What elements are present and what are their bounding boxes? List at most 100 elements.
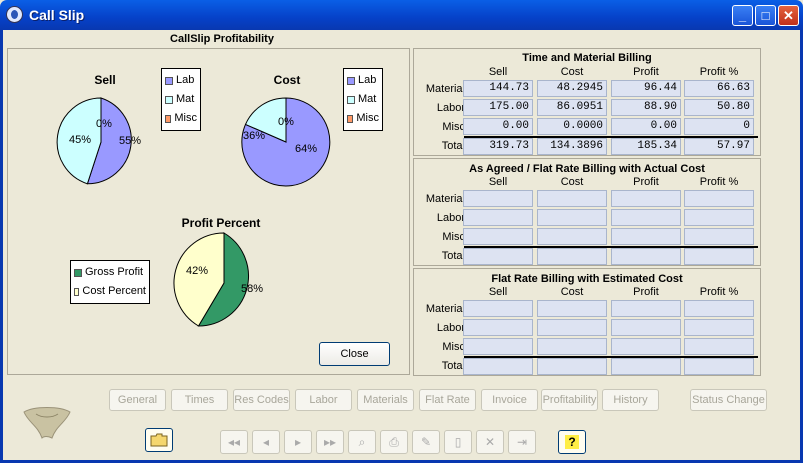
sell-mat-value: 45% [69, 134, 91, 146]
mat-swatch [347, 95, 355, 104]
tm-total-profit: 185.34 [611, 138, 681, 155]
close-window-button[interactable]: ✕ [778, 5, 799, 26]
row-material: Material [425, 303, 465, 315]
agreed-misc-profit [611, 228, 681, 245]
agreed-total-sell [463, 248, 533, 265]
app-logo-icon [22, 404, 72, 443]
flat-total-pct [684, 358, 754, 375]
sell-lab-value: 55% [119, 135, 141, 147]
tm-labor-sell: 175.00 [463, 99, 533, 116]
agreed-total-cost [537, 248, 607, 265]
col-profit-pct: Profit % [699, 286, 739, 298]
minimize-button[interactable]: _ [732, 5, 753, 26]
agreed-misc-pct [684, 228, 754, 245]
flat-material-pct [684, 300, 754, 317]
tm-labor-profit: 88.90 [611, 99, 681, 116]
flat-title: Flat Rate Billing with Estimated Cost [491, 273, 683, 285]
tab-res-codes[interactable]: Res Codes [233, 389, 290, 411]
status-change-button[interactable]: Status Change [690, 389, 767, 411]
tm-material-pct: 66.63 [684, 80, 754, 97]
last-record-button[interactable]: ▸▸ [316, 430, 344, 454]
flat-section: Flat Rate Billing with Estimated Cost Se… [413, 268, 761, 376]
panel-title: CallSlip Profitability [170, 33, 274, 45]
row-labor: Labor [436, 212, 465, 224]
profit-gross-value: 58% [241, 283, 263, 295]
delete-icon: ✕ [484, 435, 496, 449]
tm-misc-profit: 0.00 [611, 118, 681, 135]
profit-pie-chart: 58% 42% [172, 231, 276, 335]
app-icon [6, 6, 23, 23]
agreed-material-pct [684, 190, 754, 207]
next-record-button[interactable]: ▸ [284, 430, 312, 454]
cost-misc-value: 0% [278, 116, 294, 128]
legend-item-misc: Misc [347, 109, 379, 128]
close-button[interactable]: Close [319, 342, 390, 366]
agreed-labor-cost [537, 209, 607, 226]
print-button[interactable]: ⎙ [380, 430, 408, 454]
tab-general[interactable]: General [109, 389, 166, 411]
tab-profitability[interactable]: Profitability [541, 389, 598, 411]
col-sell: Sell [488, 66, 508, 78]
exit-button[interactable]: ⇥ [508, 430, 536, 454]
tab-invoice[interactable]: Invoice [481, 389, 538, 411]
flat-misc-profit [611, 338, 681, 355]
row-misc: Misc [442, 231, 465, 243]
agreed-total-profit [611, 248, 681, 265]
window-title: Call Slip [29, 7, 85, 23]
tab-flat-rate[interactable]: Flat Rate [419, 389, 476, 411]
lab-swatch [165, 76, 173, 85]
row-labor: Labor [436, 102, 465, 114]
tm-misc-sell: 0.00 [463, 118, 533, 135]
col-cost: Cost [560, 66, 584, 78]
legend-item-mat: Mat [165, 90, 197, 109]
open-folder-button[interactable] [145, 428, 173, 452]
tm-total-pct: 57.97 [684, 138, 754, 155]
agreed-labor-sell [463, 209, 533, 226]
printer-icon: ⎙ [389, 435, 399, 449]
legend-item-gross-profit: Gross Profit [74, 263, 146, 282]
agreed-material-sell [463, 190, 533, 207]
row-total: Total [441, 360, 465, 372]
flat-labor-cost [537, 319, 607, 336]
tab-history[interactable]: History [602, 389, 659, 411]
legend-item-cost-percent: Cost Percent [74, 282, 146, 301]
tm-labor-pct: 50.80 [684, 99, 754, 116]
flat-material-sell [463, 300, 533, 317]
flat-misc-cost [537, 338, 607, 355]
tm-total-cost: 134.3896 [537, 138, 607, 155]
help-button[interactable]: ? [558, 430, 586, 454]
new-button[interactable]: ▯ [444, 430, 472, 454]
tab-materials[interactable]: Materials [357, 389, 414, 411]
cost-legend: Lab Mat Misc [343, 68, 383, 131]
col-sell: Sell [488, 176, 508, 188]
find-button[interactable]: ⌕ [348, 430, 376, 454]
agreed-misc-cost [537, 228, 607, 245]
prev-record-button[interactable]: ◂ [252, 430, 280, 454]
tab-times[interactable]: Times [171, 389, 228, 411]
flat-material-profit [611, 300, 681, 317]
lab-swatch [347, 76, 355, 85]
legend-item-lab: Lab [347, 71, 379, 90]
legend-item-lab: Lab [165, 71, 197, 90]
col-profit: Profit [633, 66, 659, 78]
edit-button[interactable]: ✎ [412, 430, 440, 454]
tm-title: Time and Material Billing [522, 52, 652, 64]
edit-icon: ✎ [420, 435, 432, 449]
tm-misc-cost: 0.0000 [537, 118, 607, 135]
maximize-button[interactable]: □ [755, 5, 776, 26]
sell-legend: Lab Mat Misc [161, 68, 201, 131]
sell-pie-chart: 55% 45% 0% [55, 96, 147, 188]
flat-material-cost [537, 300, 607, 317]
agreed-material-profit [611, 190, 681, 207]
cost-mat-value: 36% [243, 130, 265, 142]
row-material: Material [425, 83, 465, 95]
agreed-total-pct [684, 248, 754, 265]
delete-button[interactable]: ✕ [476, 430, 504, 454]
first-record-button[interactable]: ◂◂ [220, 430, 248, 454]
cost-pie-chart: 64% 36% 0% [240, 96, 332, 188]
tab-labor[interactable]: Labor [295, 389, 352, 411]
col-profit: Profit [633, 176, 659, 188]
flat-misc-sell [463, 338, 533, 355]
col-profit-pct: Profit % [699, 66, 739, 78]
tm-labor-cost: 86.0951 [537, 99, 607, 116]
